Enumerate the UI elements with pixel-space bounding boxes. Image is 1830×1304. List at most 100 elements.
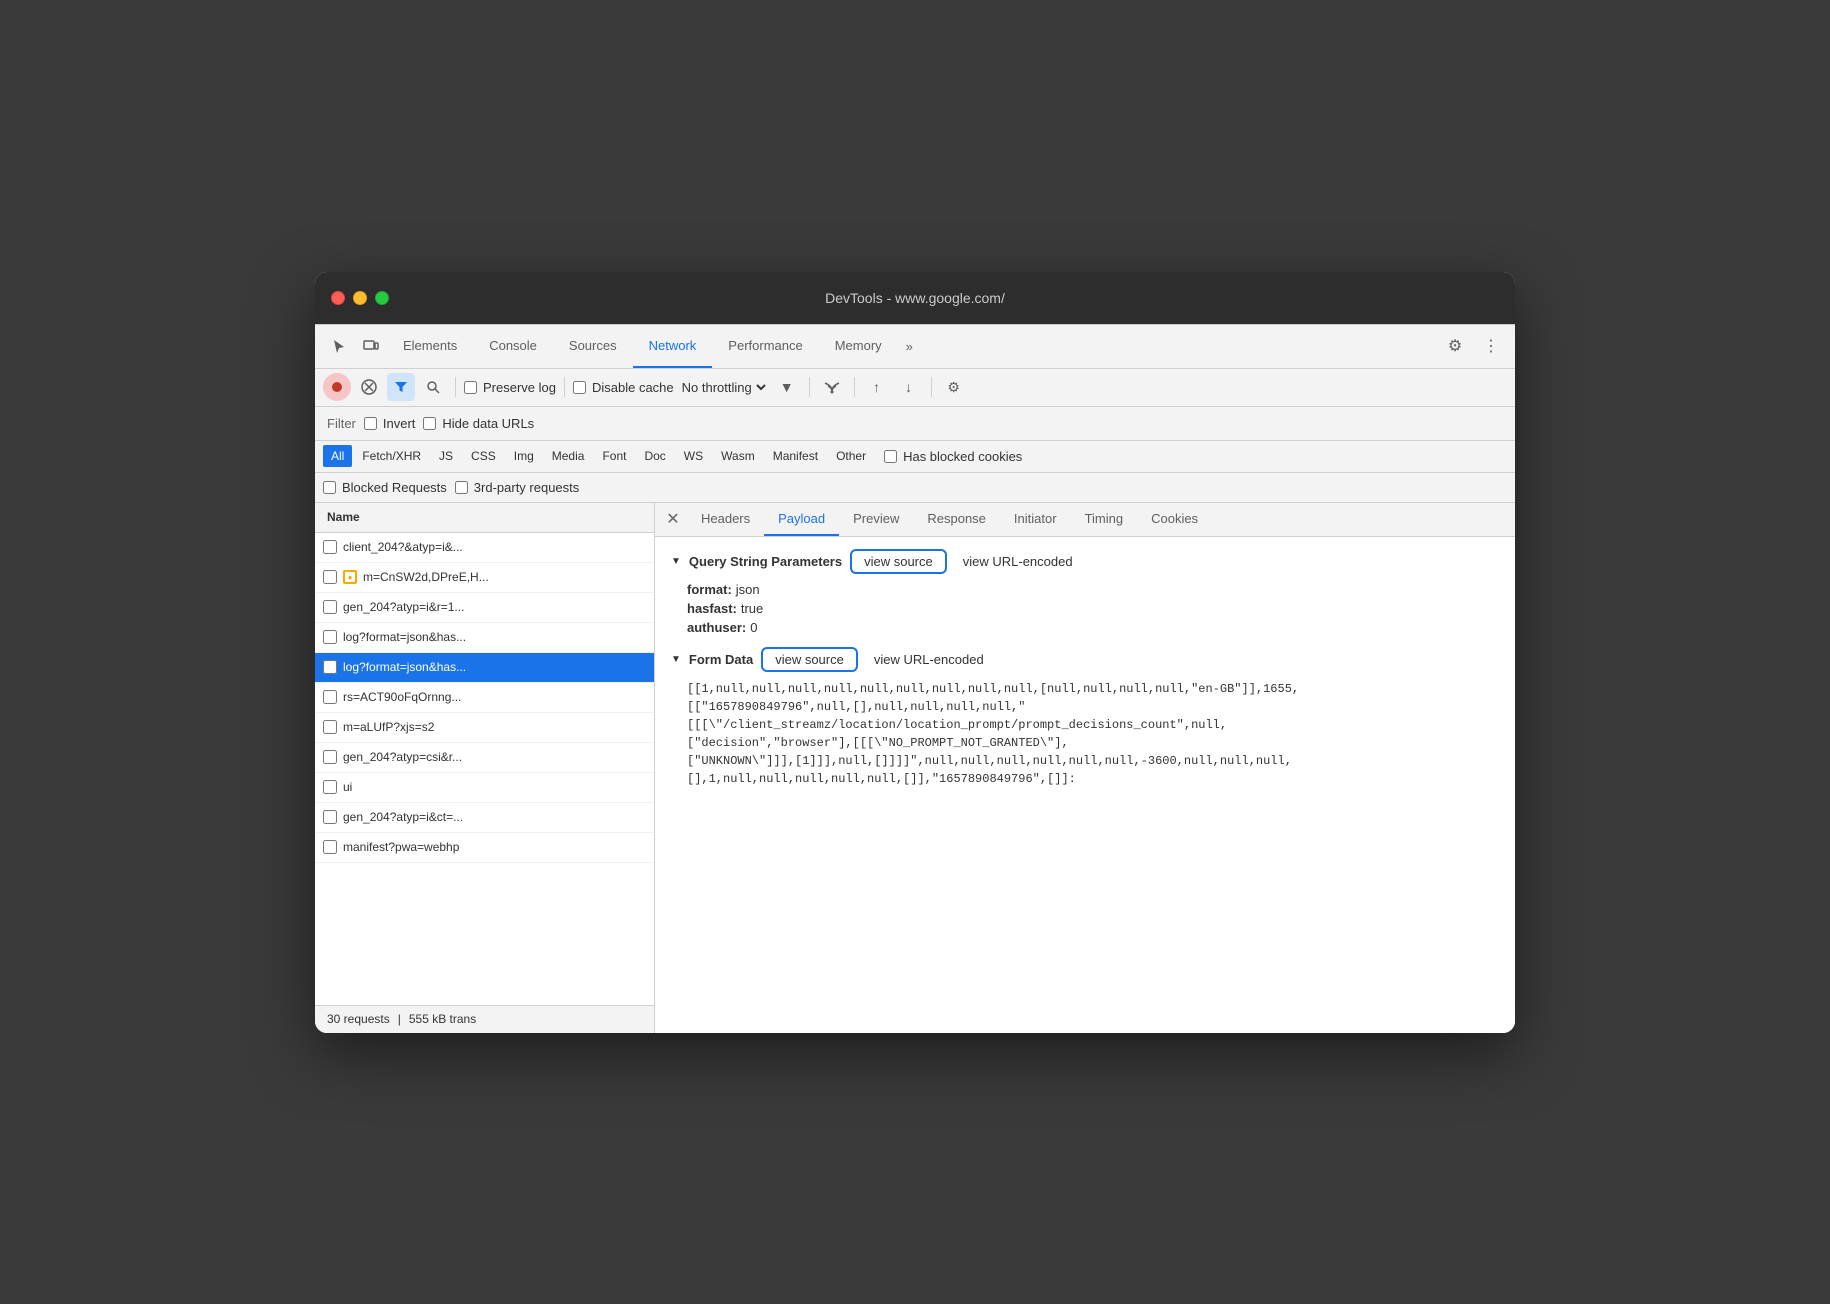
preserve-log-checkbox[interactable]	[464, 381, 477, 394]
request-checkbox[interactable]	[323, 690, 337, 704]
search-icon[interactable]	[419, 373, 447, 401]
request-item[interactable]: log?format=json&has...	[315, 623, 654, 653]
hide-data-urls-checkbox[interactable]	[423, 417, 436, 430]
query-view-source-button[interactable]: view source	[850, 549, 947, 574]
request-item[interactable]: ui	[315, 773, 654, 803]
form-data-line-2: [["1657890849796",null,[],null,null,null…	[687, 698, 1499, 716]
request-item[interactable]: rs=ACT90oFqOrnng...	[315, 683, 654, 713]
has-blocked-cookies-checkbox[interactable]	[884, 450, 897, 463]
form-data-line-1: [[1,null,null,null,null,null,null,null,n…	[687, 680, 1499, 698]
request-item[interactable]: manifest?pwa=webhp	[315, 833, 654, 863]
hide-data-urls-label[interactable]: Hide data URLs	[423, 416, 534, 431]
invert-checkbox[interactable]	[364, 417, 377, 430]
filter-all[interactable]: All	[323, 445, 352, 467]
filter-js[interactable]: JS	[431, 445, 461, 467]
filter-wasm[interactable]: Wasm	[713, 445, 763, 467]
request-item[interactable]: client_204?&atyp=i&...	[315, 533, 654, 563]
devtools-window: DevTools - www.google.com/ Elements Cons…	[315, 272, 1515, 1033]
blocked-requests-label[interactable]: Blocked Requests	[323, 480, 447, 495]
detail-tab-initiator[interactable]: Initiator	[1000, 503, 1071, 537]
detail-tab-payload[interactable]: Payload	[764, 503, 839, 537]
tab-sources[interactable]: Sources	[553, 325, 633, 368]
detail-tab-cookies[interactable]: Cookies	[1137, 503, 1212, 537]
blocked-requests-checkbox[interactable]	[323, 481, 336, 494]
tab-overflow[interactable]: »	[898, 339, 921, 354]
wifi-icon[interactable]	[818, 373, 846, 401]
filter-manifest[interactable]: Manifest	[765, 445, 826, 467]
blocked-bar: Blocked Requests 3rd-party requests	[315, 473, 1515, 503]
has-blocked-cookies-label[interactable]: Has blocked cookies	[884, 449, 1022, 464]
preserve-log-label[interactable]: Preserve log	[464, 380, 556, 395]
upload-icon[interactable]: ↑	[863, 373, 891, 401]
filter-media[interactable]: Media	[544, 445, 593, 467]
record-button[interactable]	[323, 373, 351, 401]
param-row-authuser: authuser: 0	[687, 620, 1499, 635]
filter-ws[interactable]: WS	[676, 445, 711, 467]
request-checkbox[interactable]	[323, 570, 337, 584]
request-item[interactable]: m=aLUfP?xjs=s2	[315, 713, 654, 743]
detail-tab-headers[interactable]: Headers	[687, 503, 764, 537]
request-item[interactable]: ● m=CnSW2d,DPreE,H...	[315, 563, 654, 593]
top-toolbar: Elements Console Sources Network Perform…	[315, 325, 1515, 369]
third-party-label[interactable]: 3rd-party requests	[455, 480, 580, 495]
request-item-selected[interactable]: log?format=json&has...	[315, 653, 654, 683]
request-checkbox[interactable]	[323, 600, 337, 614]
filter-font[interactable]: Font	[594, 445, 634, 467]
traffic-lights	[331, 291, 389, 305]
minimize-button[interactable]	[353, 291, 367, 305]
cursor-icon[interactable]	[323, 330, 355, 362]
tab-performance[interactable]: Performance	[712, 325, 818, 368]
request-checkbox[interactable]	[323, 750, 337, 764]
param-row-hasfast: hasfast: true	[687, 601, 1499, 616]
filter-img[interactable]: Img	[506, 445, 542, 467]
disable-cache-checkbox[interactable]	[573, 381, 586, 394]
filter-other[interactable]: Other	[828, 445, 874, 467]
detail-tab-preview[interactable]: Preview	[839, 503, 913, 537]
tab-memory[interactable]: Memory	[819, 325, 898, 368]
throttle-select[interactable]: No throttling	[678, 379, 769, 396]
tab-console[interactable]: Console	[473, 325, 553, 368]
request-checkbox[interactable]	[323, 720, 337, 734]
settings-icon[interactable]: ⚙	[1439, 330, 1471, 362]
filter-doc[interactable]: Doc	[636, 445, 673, 467]
throttle-arrow-icon[interactable]: ▼	[773, 373, 801, 401]
clear-button[interactable]	[355, 373, 383, 401]
tab-network[interactable]: Network	[633, 325, 713, 368]
maximize-button[interactable]	[375, 291, 389, 305]
disable-cache-label[interactable]: Disable cache	[573, 380, 674, 395]
filter-fetch-xhr[interactable]: Fetch/XHR	[354, 445, 429, 467]
request-item[interactable]: gen_204?atyp=csi&r...	[315, 743, 654, 773]
close-button[interactable]	[331, 291, 345, 305]
detail-tab-timing[interactable]: Timing	[1071, 503, 1138, 537]
separator2	[564, 377, 565, 397]
detail-tabs: ✕ Headers Payload Preview Response Initi…	[655, 503, 1515, 537]
download-icon[interactable]: ↓	[895, 373, 923, 401]
form-view-url-encoded[interactable]: view URL-encoded	[866, 649, 992, 670]
detail-tab-response[interactable]: Response	[913, 503, 1000, 537]
detail-close-icon[interactable]: ✕	[659, 505, 687, 533]
param-val-hasfast: true	[741, 601, 763, 616]
filter-icon[interactable]	[387, 373, 415, 401]
third-party-checkbox[interactable]	[455, 481, 468, 494]
request-item[interactable]: gen_204?atyp=i&r=1...	[315, 593, 654, 623]
network-settings-icon[interactable]: ⚙	[940, 373, 968, 401]
form-data-line-4: ["decision","browser"],[[[\"NO_PROMPT_NO…	[687, 734, 1499, 752]
tab-elements[interactable]: Elements	[387, 325, 473, 368]
request-checkbox[interactable]	[323, 810, 337, 824]
device-toggle-icon[interactable]	[355, 330, 387, 362]
form-view-source-button[interactable]: view source	[761, 647, 858, 672]
left-panel: Name client_204?&atyp=i&... ● m=CnSW2d,D…	[315, 503, 655, 1033]
request-checkbox[interactable]	[323, 660, 337, 674]
request-checkbox[interactable]	[323, 630, 337, 644]
invert-label[interactable]: Invert	[364, 416, 416, 431]
query-view-url-encoded[interactable]: view URL-encoded	[955, 551, 1081, 572]
request-checkbox[interactable]	[323, 540, 337, 554]
more-options-icon[interactable]: ⋮	[1475, 330, 1507, 362]
separator5	[931, 377, 932, 397]
has-blocked-cookies-container: Has blocked cookies	[884, 449, 1022, 464]
request-checkbox[interactable]	[323, 840, 337, 854]
request-item[interactable]: gen_204?atyp=i&ct=...	[315, 803, 654, 833]
filter-css[interactable]: CSS	[463, 445, 504, 467]
request-checkbox[interactable]	[323, 780, 337, 794]
filter-bar: Filter Invert Hide data URLs	[315, 407, 1515, 441]
